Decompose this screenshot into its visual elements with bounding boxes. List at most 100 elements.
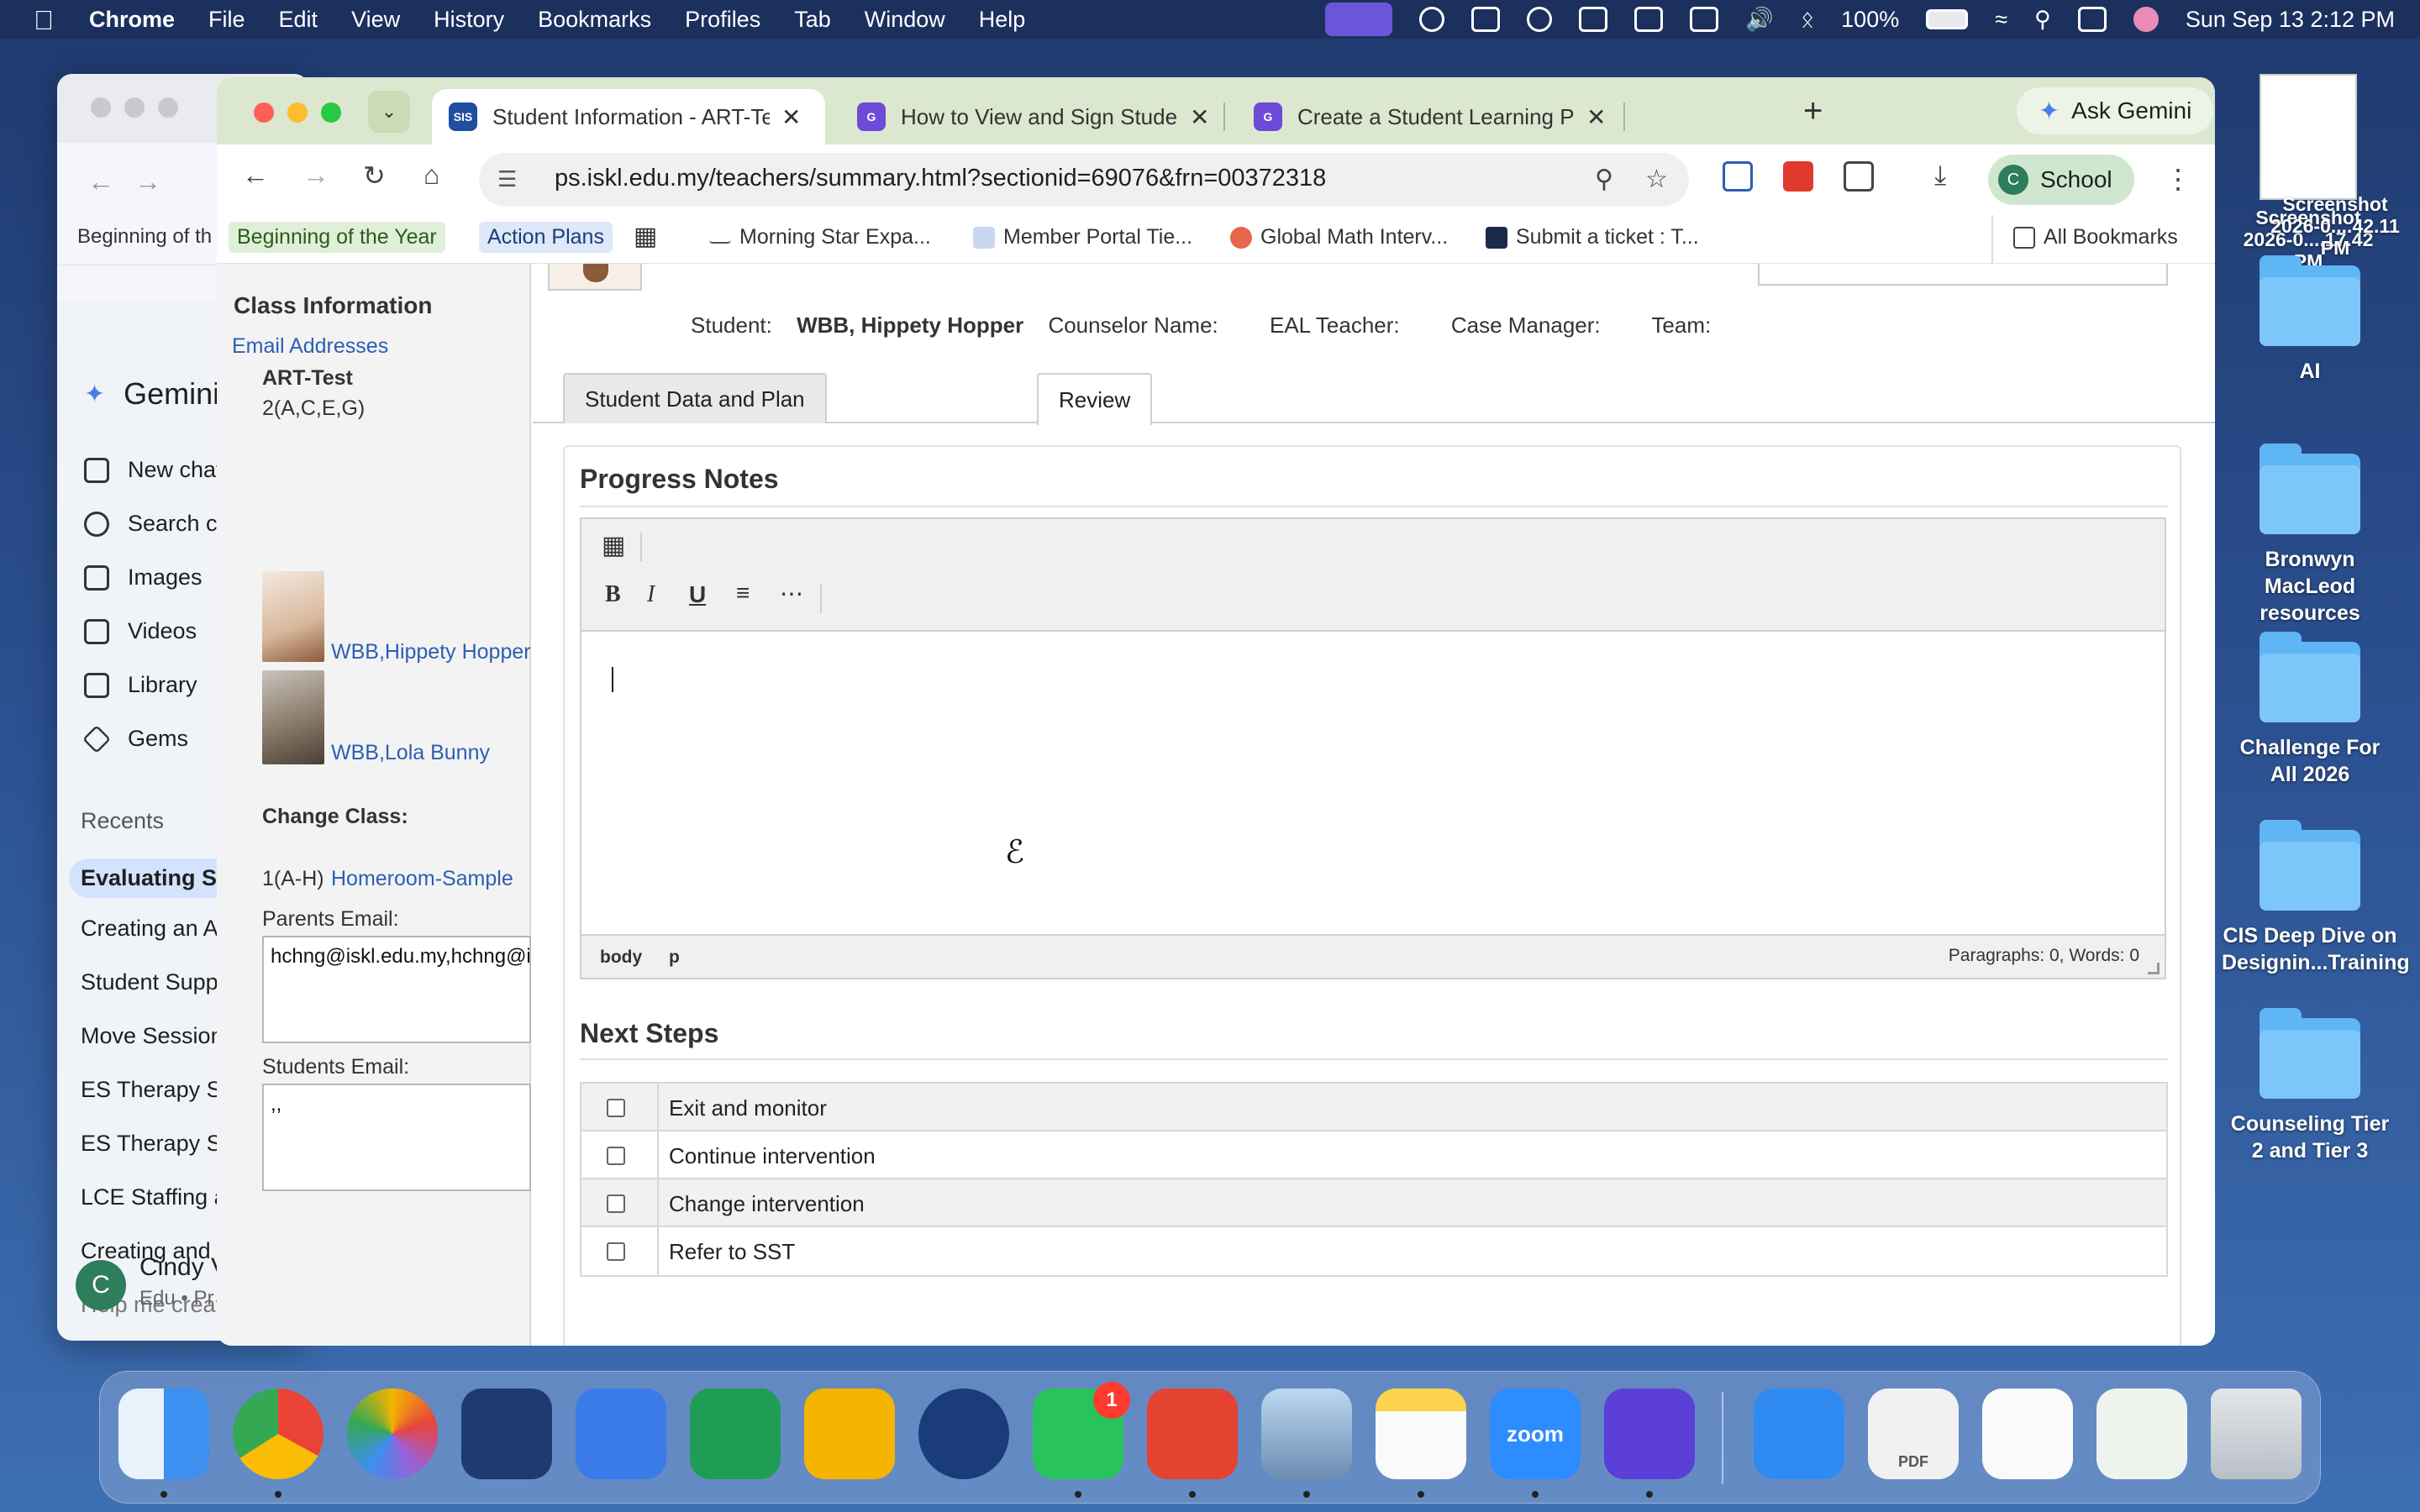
wifi-icon[interactable]: ≈ bbox=[1995, 7, 2007, 33]
bookmark-beginning-of-year[interactable]: Beginning of the Year bbox=[229, 222, 445, 253]
trash-icon[interactable] bbox=[2211, 1389, 2302, 1479]
keynote-icon[interactable] bbox=[461, 1389, 552, 1479]
chat-icon[interactable] bbox=[1579, 7, 1608, 32]
desktop-folder-challenge[interactable]: Challenge For All 2026 bbox=[2230, 632, 2390, 788]
menu-profiles[interactable]: Profiles bbox=[685, 7, 760, 33]
apps-grid-icon[interactable]: ▦ bbox=[634, 222, 657, 251]
email-addresses-link[interactable]: Email Addresses bbox=[232, 334, 388, 359]
all-bookmarks[interactable]: All Bookmarks bbox=[2013, 225, 2178, 249]
bg-back-icon[interactable]: ← bbox=[87, 166, 114, 197]
bg-close-light[interactable] bbox=[91, 97, 111, 118]
menu-file[interactable]: File bbox=[208, 7, 245, 33]
student-link[interactable]: WBB,Lola Bunny bbox=[331, 741, 490, 765]
tab-search-chevron-icon[interactable]: ⌄ bbox=[368, 91, 410, 133]
chrome-window[interactable]: ⌄ SIS Student Information - ART-Test ✕ G… bbox=[217, 77, 2215, 1346]
spotlight-search-icon[interactable]: ⚲ bbox=[2034, 7, 2051, 33]
bookmark-submit-ticket[interactable]: Submit a ticket : T... bbox=[1486, 225, 1699, 249]
gemini-images[interactable]: Images bbox=[84, 564, 203, 591]
google-docs-icon[interactable] bbox=[576, 1389, 666, 1479]
tab-how-to-view[interactable]: G How to View and Sign Student ✕ bbox=[840, 89, 1234, 144]
more-menu-icon[interactable]: ⋮ bbox=[2165, 163, 2191, 195]
desktop-folder-ai[interactable]: AI bbox=[2230, 255, 2390, 385]
battery-icon[interactable] bbox=[1926, 9, 1969, 29]
desktop-folder-cis[interactable]: CIS Deep Dive on Designin...Training bbox=[2222, 820, 2410, 976]
gemini-new-chat[interactable]: New chat bbox=[84, 457, 223, 483]
menu-view[interactable]: View bbox=[351, 7, 400, 33]
path-body[interactable]: body bbox=[600, 948, 642, 967]
recent-chat[interactable]: ES Therapy Sc bbox=[81, 1077, 233, 1103]
gemini-videos[interactable]: Videos bbox=[84, 618, 197, 644]
gemini-brand[interactable]: ✦ Gemini bbox=[84, 376, 219, 412]
tab-student-data-and-plan[interactable]: Student Data and Plan bbox=[563, 373, 827, 423]
home-icon[interactable]: ⌂ bbox=[424, 160, 439, 191]
profile-button[interactable]: C School bbox=[1988, 155, 2134, 205]
photos-icon[interactable] bbox=[347, 1389, 438, 1479]
tab-create-plan[interactable]: G Create a Student Learning Plan ✕ bbox=[1237, 89, 1630, 144]
close-tab-icon[interactable]: ✕ bbox=[1586, 103, 1606, 131]
close-window-light[interactable] bbox=[254, 102, 274, 123]
apple-icon[interactable]:  bbox=[34, 5, 54, 36]
google-sheets-icon[interactable] bbox=[690, 1389, 781, 1479]
school-app-icon[interactable] bbox=[918, 1389, 1009, 1479]
continue-intervention-checkbox[interactable] bbox=[607, 1147, 625, 1165]
refer-to-sst-checkbox[interactable] bbox=[607, 1242, 625, 1261]
resize-grip-icon[interactable] bbox=[2148, 963, 2160, 974]
screen-share-icon[interactable] bbox=[1325, 3, 1393, 36]
recent-chat[interactable]: Move Session bbox=[81, 1023, 224, 1049]
todoist-icon[interactable] bbox=[1147, 1389, 1238, 1479]
pdf-document-icon[interactable]: PDF bbox=[1868, 1389, 1959, 1479]
zoom-magnifier-icon[interactable]: ⚲ bbox=[1595, 165, 1613, 194]
homeroom-link[interactable]: Homeroom-Sample bbox=[331, 867, 513, 891]
editor-body[interactable]: ℰ bbox=[581, 632, 2165, 934]
menu-help[interactable]: Help bbox=[979, 7, 1026, 33]
gemini-gems[interactable]: Gems bbox=[82, 724, 188, 753]
address-bar[interactable]: ☰ ps.iskl.edu.my/teachers/summary.html?s… bbox=[479, 153, 1689, 207]
extension-share-icon[interactable] bbox=[1723, 161, 1753, 192]
underline-icon[interactable]: U bbox=[689, 581, 706, 608]
volume-icon[interactable]: 🔊 bbox=[1745, 6, 1774, 33]
numbered-list-icon[interactable]: ≡ bbox=[736, 580, 750, 606]
recent-chat[interactable]: LCE Staffing a bbox=[81, 1184, 227, 1210]
new-tab-plus-icon[interactable]: + bbox=[1803, 92, 1823, 130]
bg-forward-icon[interactable]: → bbox=[134, 166, 161, 197]
bluetooth-icon[interactable]: ᛟ bbox=[1801, 7, 1814, 33]
ask-gemini-button[interactable]: ✦ Ask Gemini bbox=[2017, 87, 2214, 134]
student-link[interactable]: WBB,Hippety Hopper bbox=[331, 640, 531, 664]
desktop-folder-counseling[interactable]: Counseling Tier 2 and Tier 3 bbox=[2230, 1008, 2390, 1164]
google-slides-icon[interactable] bbox=[804, 1389, 895, 1479]
bg-minimize-light[interactable] bbox=[124, 97, 145, 118]
bold-icon[interactable]: B bbox=[605, 581, 621, 608]
students-email-field[interactable]: ,, bbox=[262, 1084, 531, 1191]
menu-tab[interactable]: Tab bbox=[794, 7, 831, 33]
gemini-library[interactable]: Library bbox=[84, 672, 197, 698]
stack-icon[interactable] bbox=[1634, 7, 1664, 32]
path-p[interactable]: p bbox=[669, 948, 680, 967]
screenshot-stack-icon[interactable] bbox=[2096, 1389, 2187, 1479]
zoom-app-icon[interactable]: zoom bbox=[1490, 1389, 1581, 1479]
siri-icon[interactable] bbox=[2133, 7, 2159, 32]
parents-email-field[interactable]: hchng@iskl.edu.my,hchng@iskl.edu.my,, bbox=[262, 936, 531, 1043]
plane-icon[interactable] bbox=[1471, 7, 1501, 32]
change-intervention-checkbox[interactable] bbox=[607, 1194, 625, 1213]
exit-and-monitor-checkbox[interactable] bbox=[607, 1099, 625, 1117]
menu-bookmarks[interactable]: Bookmarks bbox=[538, 7, 651, 33]
forward-arrow-icon[interactable]: → bbox=[302, 160, 329, 191]
clock[interactable]: Sun Sep 13 2:12 PM bbox=[2186, 7, 2395, 33]
menu-window[interactable]: Window bbox=[865, 7, 945, 33]
menu-app-name[interactable]: Chrome bbox=[89, 7, 175, 33]
user-avatar[interactable]: C bbox=[76, 1260, 126, 1310]
bookmark-global-math[interactable]: Global Math Interv... bbox=[1230, 225, 1448, 249]
zoom-window-light[interactable] bbox=[321, 102, 341, 123]
bookmark-morning-star[interactable]: Morning Star Expa... bbox=[709, 225, 931, 249]
finder-icon[interactable] bbox=[118, 1389, 209, 1479]
progress-notes-editor[interactable]: ▦ B I U ≡ ⋯ ℰ body p Paragraphs: 0, Word… bbox=[580, 517, 2166, 979]
control-center-icon[interactable] bbox=[2077, 7, 2107, 32]
close-tab-icon[interactable]: ✕ bbox=[781, 103, 801, 131]
gemini-search[interactable]: Search c bbox=[84, 511, 218, 537]
zoom-menu-icon[interactable] bbox=[1527, 7, 1553, 32]
bg-bookmark[interactable]: Beginning of th bbox=[77, 225, 212, 248]
back-arrow-icon[interactable]: ← bbox=[242, 160, 269, 191]
italic-icon[interactable]: I bbox=[647, 581, 655, 608]
desktop-folder-bronwyn[interactable]: Bronwyn MacLeod resources bbox=[2230, 444, 2390, 627]
menu-edit[interactable]: Edit bbox=[279, 7, 318, 33]
